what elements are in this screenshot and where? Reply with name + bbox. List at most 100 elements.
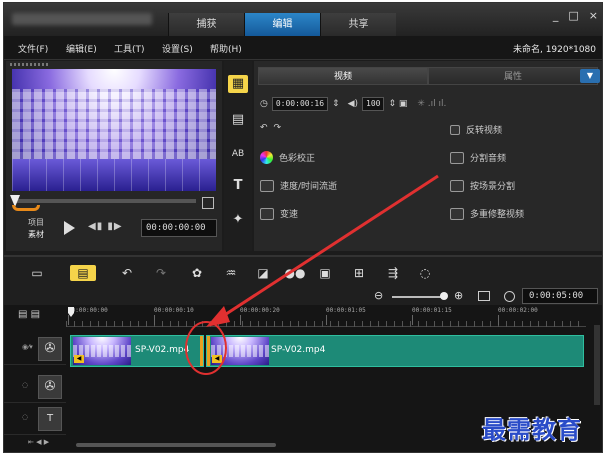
track-toggle-icon[interactable]: ◉⁄▾ xyxy=(22,343,33,351)
checkbox-icon[interactable] xyxy=(450,124,460,135)
split-audio-icon xyxy=(450,151,464,164)
auto-music-icon[interactable]: ◪ xyxy=(252,265,274,281)
clip-duration-field[interactable]: 0:00:00:16 xyxy=(271,97,329,111)
multi-camera-icon[interactable]: ⊞ xyxy=(348,265,370,281)
time-remap-icon[interactable]: ⇶ xyxy=(382,265,404,281)
trim-markers[interactable] xyxy=(12,205,40,211)
clock-icon: ◷ xyxy=(260,99,268,109)
scene-split-icon xyxy=(450,179,464,192)
zoom-out-icon[interactable]: ⊖ xyxy=(374,289,383,302)
ruler-tick: 00:00:01:15 xyxy=(412,307,452,325)
timeline-scroll-arrows[interactable]: ⇤ ◀ ▶ xyxy=(28,438,49,446)
instant-project-icon[interactable]: ▤ xyxy=(228,111,248,129)
tab-share[interactable]: 共享 xyxy=(320,13,396,36)
speed-timelapse-button[interactable]: 速度/时间流逝 xyxy=(260,179,337,192)
speaker-icon: ◀) xyxy=(347,99,359,109)
tab-attributes[interactable]: 属性 xyxy=(428,67,598,85)
video-clip[interactable]: SP-V02.mp4 ◀ xyxy=(70,335,204,367)
tab-edit[interactable]: 编辑 xyxy=(244,13,320,36)
transition-icon[interactable]: AB xyxy=(228,145,248,163)
chevron-down-icon[interactable]: ▼ xyxy=(580,69,600,83)
motion-tracking-icon[interactable]: ●● xyxy=(284,265,306,281)
variable-speed-button[interactable]: 变速 xyxy=(260,207,298,220)
zoom-slider[interactable] xyxy=(392,296,444,298)
film-reel-icon[interactable]: ✇ xyxy=(38,337,62,361)
menu-file[interactable]: 文件(F) xyxy=(18,42,48,55)
multi-trim-label: 多重修整视频 xyxy=(470,210,525,220)
source-clip-label[interactable]: 素材 xyxy=(28,229,44,241)
duration-clock-icon xyxy=(504,291,515,302)
close-button[interactable]: × xyxy=(589,9,598,22)
split-audio-button[interactable]: 分割音频 xyxy=(450,151,506,164)
ruler-tick: 00:00:00:10 xyxy=(154,307,194,325)
rotate-right-icon[interactable]: ↷ xyxy=(274,123,282,133)
mode-tabs: 捕获 编辑 共享 xyxy=(168,13,396,36)
clip-name: SP-V02.mp4 xyxy=(271,345,326,355)
preview-timecode[interactable]: 00:00:00:00 xyxy=(141,219,217,237)
color-correction-button[interactable]: 色彩校正 xyxy=(260,151,315,164)
storyboard-view-icon[interactable]: ▭ xyxy=(26,265,48,281)
fade-icons[interactable]: ✳ .ıl ıl. xyxy=(417,99,446,109)
step-buttons[interactable]: ◀▮ ▮▶ xyxy=(88,221,123,232)
rotate-left-icon[interactable]: ↶ xyxy=(260,123,268,133)
zoom-slider-knob[interactable] xyxy=(440,292,448,300)
ruler-tick: 00:00:00:20 xyxy=(240,307,280,325)
title-icon[interactable]: T xyxy=(228,177,248,195)
record-capture-icon[interactable]: ✿ xyxy=(186,265,208,281)
scene-split-button[interactable]: 按场景分割 xyxy=(450,179,515,192)
redo-icon[interactable]: ↷ xyxy=(150,265,172,281)
reverse-video-checkbox[interactable]: 反转视频 xyxy=(450,123,502,136)
audio-icon: ◀ xyxy=(212,355,222,363)
tab-video[interactable]: 视频 xyxy=(258,67,428,85)
source-project-label[interactable]: 项目 xyxy=(28,217,44,229)
maximize-button[interactable]: □ xyxy=(568,9,578,22)
media-icon[interactable]: ▦ xyxy=(228,75,248,93)
panel-grip[interactable] xyxy=(10,63,50,66)
menu-help[interactable]: 帮助(H) xyxy=(210,42,242,55)
track-transparency-icon[interactable]: ◌ xyxy=(414,265,436,281)
multi-trim-icon xyxy=(450,207,464,220)
film-reel-icon[interactable]: ✇ xyxy=(38,375,62,399)
subtitle-editor-icon[interactable]: ▣ xyxy=(314,265,336,281)
play-icon[interactable] xyxy=(64,221,75,235)
menu-tools[interactable]: 工具(T) xyxy=(114,42,145,55)
volume-field[interactable]: 100 xyxy=(362,97,385,111)
audio-icon: ◀ xyxy=(74,355,84,363)
stepper-icon[interactable]: ⇕ xyxy=(332,99,340,109)
minimize-button[interactable]: _ xyxy=(553,9,559,22)
zoom-in-icon[interactable]: ⊕ xyxy=(454,289,463,302)
fit-project-icon[interactable] xyxy=(478,291,490,301)
track-toggle-icon[interactable]: ◌ xyxy=(22,381,28,389)
title-track-header: ◌ T xyxy=(4,401,66,435)
clip-name: SP-V02.mp4 xyxy=(135,345,190,355)
undo-icon[interactable]: ↶ xyxy=(116,265,138,281)
filter-icon[interactable]: ✦ xyxy=(228,211,248,229)
options-panel: 视频 属性 ▼ ◷ 0:00:00:16 ⇕ ◀) 100 ⇕ ▣ ✳ .ıl … xyxy=(254,61,602,251)
timeline-horizontal-scrollbar[interactable] xyxy=(76,443,276,447)
overlay-track-header: ◌ ✇ xyxy=(4,369,66,403)
multi-trim-button[interactable]: 多重修整视频 xyxy=(450,207,524,220)
copy-icon[interactable] xyxy=(202,197,214,209)
timeline-vertical-scrollbar[interactable] xyxy=(594,325,600,405)
clip-trim-edge[interactable] xyxy=(200,336,203,366)
scrub-bar[interactable] xyxy=(16,199,196,203)
menu-settings[interactable]: 设置(S) xyxy=(162,42,193,55)
timeline-view-icon[interactable]: ▤ xyxy=(70,265,96,281)
video-editor-window: 捕获 编辑 共享 _ □ × 文件(F) 编辑(E) 工具(T) 设置(S) 帮… xyxy=(3,2,603,453)
menu-edit[interactable]: 编辑(E) xyxy=(66,42,97,55)
title-track-icon[interactable]: T xyxy=(38,407,62,431)
video-track-header: ◉⁄▾ ✇ xyxy=(4,331,66,365)
track-toggle-icon[interactable]: ◌ xyxy=(22,413,28,421)
time-ruler[interactable]: 00:00:00:00 00:00:00:10 00:00:00:20 00:0… xyxy=(66,307,586,327)
preview-panel: 项目 素材 ◀▮ ▮▶ 00:00:00:00 xyxy=(6,61,222,251)
sound-mixer-icon[interactable]: ♒ xyxy=(220,265,242,281)
video-clip[interactable]: SP-V02.mp4 ◀ xyxy=(206,335,584,367)
window-controls: _ □ × xyxy=(553,9,598,22)
track-manager-icon[interactable]: ▤ ▤ xyxy=(18,309,40,320)
project-duration[interactable]: 0:00:05:00 xyxy=(522,288,598,304)
clip-trim-edge[interactable] xyxy=(207,336,210,366)
variable-speed-icon xyxy=(260,207,274,220)
tab-capture[interactable]: 捕获 xyxy=(168,13,244,36)
app-title-blurred xyxy=(12,13,152,25)
mute-icon[interactable]: ⇕ ▣ xyxy=(388,99,407,109)
